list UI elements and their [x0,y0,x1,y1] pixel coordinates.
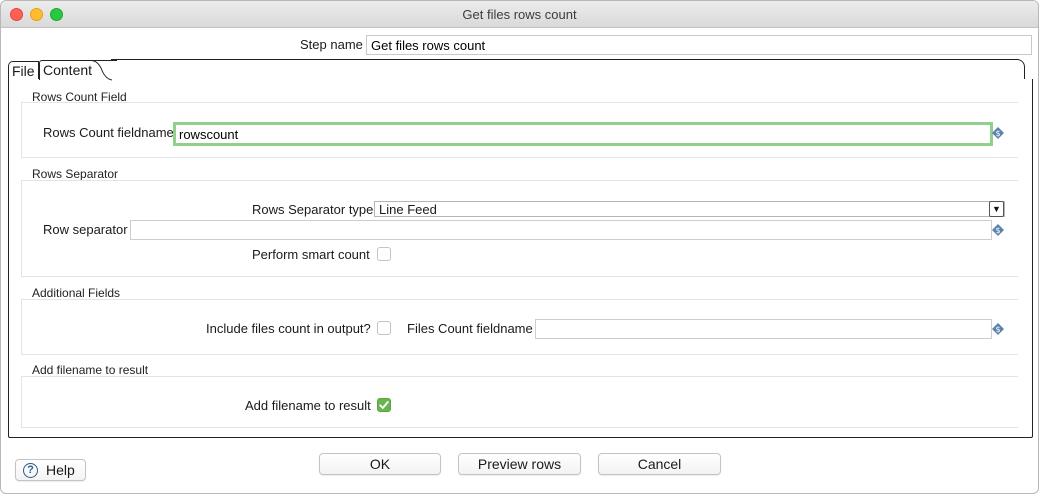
include-files-count-checkbox[interactable] [377,321,391,335]
row-separator-label: Row separator [43,222,128,237]
additional-fields-group-title: Additional Fields [32,286,121,300]
tab-file[interactable]: File [8,61,39,80]
files-count-fieldname-input[interactable] [535,319,992,339]
help-button[interactable]: ? Help [15,459,86,481]
cancel-button[interactable]: Cancel [598,453,721,475]
rows-count-fieldname-input[interactable] [173,122,993,146]
tab-curve-shape [87,60,113,81]
svg-text:$: $ [995,129,1000,138]
rows-separator-type-select[interactable]: Line Feed ▼ [374,201,1005,217]
ok-button[interactable]: OK [319,453,441,475]
rows-count-fieldname-label: Rows Count fieldname [43,125,174,140]
dollar-variable-icon[interactable]: $ [992,224,1004,236]
question-icon: ? [23,463,38,478]
add-filename-group [21,376,1018,428]
dollar-variable-icon[interactable]: $ [992,323,1004,335]
dollar-variable-icon[interactable]: $ [992,127,1004,139]
tab-strip-border [111,59,1025,79]
files-count-fieldname-label: Files Count fieldname [407,321,533,336]
add-filename-group-title: Add filename to result [32,363,149,377]
rows-separator-type-label: Rows Separator type [252,202,374,217]
add-filename-label: Add filename to result [245,398,371,413]
preview-rows-button[interactable]: Preview rows [458,453,581,475]
rows-separator-type-value: Line Feed [379,202,437,217]
rows-separator-group-title: Rows Separator [32,167,119,181]
help-button-label: Help [46,462,75,478]
step-name-input[interactable] [366,35,1032,55]
dialog-window: Get files rows count Step name File Cont… [0,0,1039,494]
checkmark-icon [379,401,389,409]
perform-smart-count-label: Perform smart count [252,247,370,262]
svg-text:$: $ [995,226,1000,235]
title-bar: Get files rows count [1,1,1038,28]
perform-smart-count-checkbox[interactable] [377,247,391,261]
svg-text:$: $ [995,325,1000,334]
step-name-label: Step name [300,37,363,52]
triangle-down-icon[interactable]: ▼ [989,201,1004,217]
window-title: Get files rows count [462,7,577,22]
add-filename-checkbox[interactable] [377,398,391,412]
row-separator-input[interactable] [130,220,992,240]
include-files-count-label: Include files count in output? [206,321,371,336]
